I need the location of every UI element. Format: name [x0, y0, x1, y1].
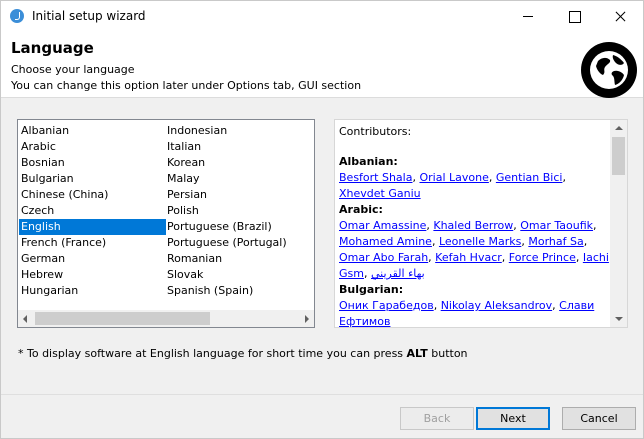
- language-item[interactable]: Spanish (Spain): [165, 283, 313, 299]
- contributors-title: Contributors:: [339, 125, 412, 138]
- language-column-1: Albanian Arabic Bosnian Bulgarian Chinese (C…: [19, 123, 166, 299]
- language-item[interactable]: Slovak: [165, 267, 313, 283]
- page-note: You can change this option later under O…: [11, 79, 362, 92]
- divider: [1, 394, 643, 395]
- alt-key: ALT: [406, 347, 428, 360]
- language-item[interactable]: Portuguese (Portugal): [165, 235, 313, 251]
- title-bar: Initial setup wizard: [1, 1, 643, 31]
- contributor-names: Оник Гарабедов, Nikolay Aleksandrov, Сла…: [339, 299, 595, 328]
- scroll-up-icon[interactable]: [615, 126, 623, 130]
- contributor-link[interactable]: Khaled Berrow: [433, 219, 513, 232]
- app-icon: [10, 9, 24, 23]
- maximize-button[interactable]: [551, 1, 597, 31]
- scrollbar-thumb[interactable]: [612, 137, 625, 175]
- contributor-language: Bulgarian:: [339, 283, 404, 296]
- language-item[interactable]: Bulgarian: [19, 171, 166, 187]
- contributor-language: Arabic:: [339, 203, 383, 216]
- contributor-link[interactable]: Orial Lavone: [419, 171, 488, 184]
- contributor-link[interactable]: Gentian Bici: [496, 171, 563, 184]
- minimize-button[interactable]: [505, 1, 551, 31]
- window-title: Initial setup wizard: [32, 9, 146, 23]
- contributor-link[interactable]: Leonelle Marks: [439, 235, 521, 248]
- contributor-link[interactable]: Omar Taoufik: [520, 219, 593, 232]
- contributors-vertical-scrollbar[interactable]: [610, 120, 627, 327]
- contributor-link[interactable]: Mohamed Amine: [339, 235, 432, 248]
- language-list[interactable]: Albanian Arabic Bosnian Bulgarian Chinese (C…: [17, 119, 315, 328]
- contributor-link[interactable]: Xhevdet Ganiu: [339, 187, 421, 200]
- contributor-link[interactable]: Kefah Hvacr: [435, 251, 502, 264]
- contributor-names: Besfort Shala, Orial Lavone, Gentian Bic…: [339, 171, 566, 200]
- language-item[interactable]: German: [19, 251, 166, 267]
- language-item[interactable]: Albanian: [19, 123, 166, 139]
- contributor-link[interactable]: Morhaf Sa: [528, 235, 583, 248]
- language-item[interactable]: Hungarian: [19, 283, 166, 299]
- contributor-link[interactable]: Nikolay Aleksandrov: [441, 299, 552, 312]
- globe-icon: [581, 42, 637, 98]
- cancel-button[interactable]: Cancel: [562, 407, 636, 430]
- next-button[interactable]: Next: [476, 407, 550, 430]
- scroll-right-icon[interactable]: [305, 315, 309, 323]
- scroll-left-icon[interactable]: [23, 315, 27, 323]
- language-item[interactable]: Indonesian: [165, 123, 313, 139]
- language-item[interactable]: Arabic: [19, 139, 166, 155]
- page-title: Language: [11, 39, 94, 57]
- language-item[interactable]: English: [19, 219, 166, 235]
- contributor-names: Omar Amassine, Khaled Berrow, Omar Taouf…: [339, 219, 609, 280]
- scroll-down-icon[interactable]: [615, 317, 623, 321]
- language-item[interactable]: Romanian: [165, 251, 313, 267]
- language-item[interactable]: Bosnian: [19, 155, 166, 171]
- contributor-link[interactable]: Оник Гарабедов: [339, 299, 434, 312]
- language-item[interactable]: Polish: [165, 203, 313, 219]
- contributor-link[interactable]: Force Prince: [509, 251, 576, 264]
- page-subtitle: Choose your language: [11, 63, 135, 76]
- header: Language Choose your language You can ch…: [1, 31, 643, 98]
- contributors-panel: Contributors: Albanian: Besfort Shala, Or…: [334, 119, 628, 328]
- language-item[interactable]: French (France): [19, 235, 166, 251]
- language-column-2: Indonesian Italian Korean Malay Persian Polis…: [165, 123, 313, 299]
- language-item[interactable]: Hebrew: [19, 267, 166, 283]
- language-item[interactable]: Czech: [19, 203, 166, 219]
- scrollbar-thumb[interactable]: [35, 312, 210, 325]
- language-item[interactable]: Malay: [165, 171, 313, 187]
- language-item[interactable]: Chinese (China): [19, 187, 166, 203]
- language-item[interactable]: Italian: [165, 139, 313, 155]
- contributor-link[interactable]: Omar Amassine: [339, 219, 426, 232]
- setup-wizard-window: Initial setup wizard Language Choose you…: [0, 0, 644, 439]
- contributor-language: Albanian:: [339, 155, 398, 168]
- language-item[interactable]: Portuguese (Brazil): [165, 219, 313, 235]
- alt-key-note: * To display software at English languag…: [18, 347, 468, 360]
- back-button[interactable]: Back: [400, 407, 474, 430]
- contributor-link[interactable]: بهاء القريني: [371, 267, 425, 280]
- language-item[interactable]: Persian: [165, 187, 313, 203]
- language-item[interactable]: Korean: [165, 155, 313, 171]
- language-list-horizontal-scrollbar[interactable]: [18, 310, 314, 327]
- close-button[interactable]: [597, 1, 643, 31]
- contributor-link[interactable]: Besfort Shala: [339, 171, 412, 184]
- contributor-link[interactable]: Omar Abo Farah: [339, 251, 428, 264]
